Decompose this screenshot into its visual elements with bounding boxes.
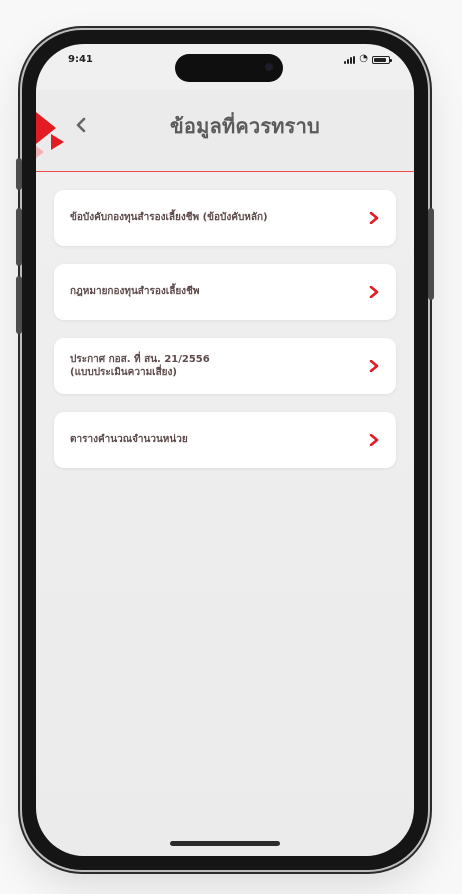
chevron-right-icon bbox=[369, 434, 379, 446]
phone-screen: 9:41 ◔ ข้อมูลที่ควรทราบ ข้อบังคับกองทุนส… bbox=[36, 44, 414, 856]
volume-up-button bbox=[16, 208, 22, 266]
back-button[interactable] bbox=[64, 108, 98, 142]
chevron-right-icon bbox=[369, 286, 379, 298]
chevron-left-icon bbox=[76, 117, 86, 133]
list-item[interactable]: ข้อบังคับกองทุนสำรองเลี้ยงชีพ (ข้อบังคับ… bbox=[54, 190, 396, 246]
info-list: ข้อบังคับกองทุนสำรองเลี้ยงชีพ (ข้อบังคับ… bbox=[54, 190, 396, 468]
status-bar: 9:41 ◔ bbox=[36, 44, 414, 90]
status-icons: ◔ bbox=[344, 53, 392, 64]
mute-switch bbox=[16, 158, 22, 190]
page-title: ข้อมูลที่ควรทราบ bbox=[170, 114, 320, 138]
dynamic-island bbox=[175, 54, 283, 82]
chevron-right-icon bbox=[369, 212, 379, 224]
battery-level bbox=[374, 58, 386, 62]
power-button bbox=[428, 208, 434, 300]
list-item-label: ประกาศ กอส. ที่ สน. 21/2556 (แบบประเมินค… bbox=[70, 353, 210, 379]
app-header: ข้อมูลที่ควรทราบ bbox=[36, 90, 414, 172]
front-camera bbox=[265, 63, 273, 71]
home-indicator bbox=[170, 841, 280, 846]
signal-icon bbox=[344, 56, 356, 64]
list-item-label: ข้อบังคับกองทุนสำรองเลี้ยงชีพ (ข้อบังคับ… bbox=[70, 212, 268, 224]
status-time: 9:41 bbox=[68, 54, 93, 65]
battery-icon bbox=[372, 56, 392, 64]
volume-down-button bbox=[16, 276, 22, 334]
list-item[interactable]: กฎหมายกองทุนสำรองเลี้ยงชีพ bbox=[54, 264, 396, 320]
chevron-right-icon bbox=[369, 360, 379, 372]
list-item-label: ตารางคำนวณจำนวนหน่วย bbox=[70, 434, 188, 446]
wifi-icon: ◔ bbox=[359, 53, 368, 64]
list-item[interactable]: ตารางคำนวณจำนวนหน่วย bbox=[54, 412, 396, 468]
list-item-label: กฎหมายกองทุนสำรองเลี้ยงชีพ bbox=[70, 286, 200, 298]
screenshot-stage: 9:41 ◔ ข้อมูลที่ควรทราบ ข้อบังคับกองทุนส… bbox=[0, 0, 462, 894]
phone-frame: 9:41 ◔ ข้อมูลที่ควรทราบ ข้อบังคับกองทุนส… bbox=[16, 30, 434, 870]
list-item[interactable]: ประกาศ กอส. ที่ สน. 21/2556 (แบบประเมินค… bbox=[54, 338, 396, 394]
